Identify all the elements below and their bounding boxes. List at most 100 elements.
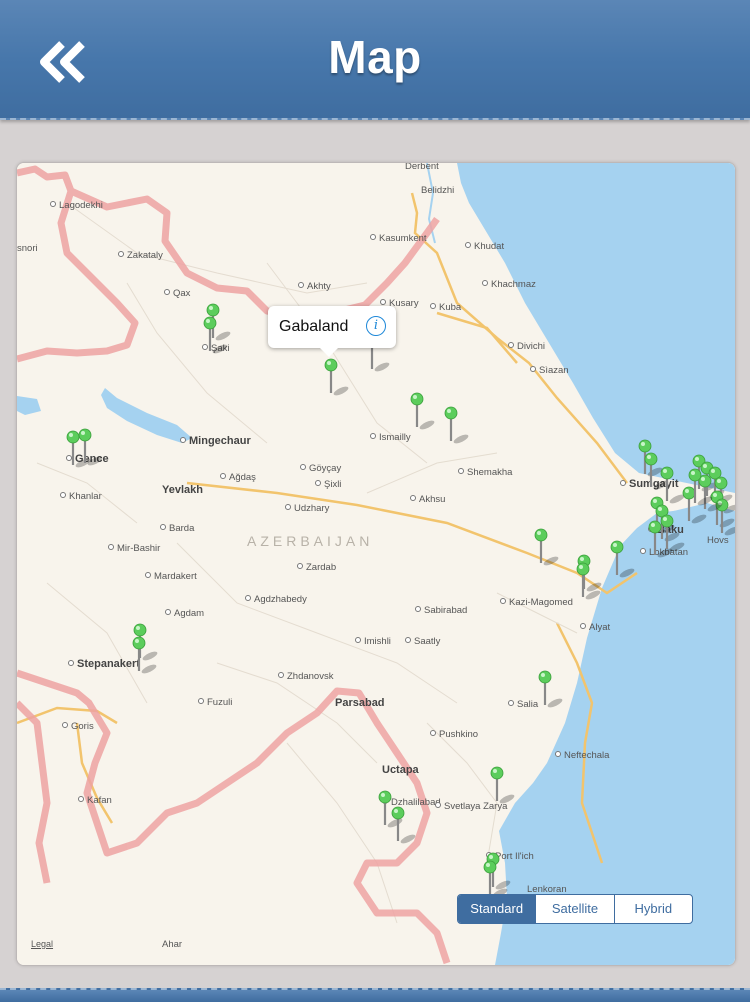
map-canvas[interactable]: AZERBAIJAN Derbent Belidzhi Lagodekhi Kasum… — [17, 163, 735, 965]
city-label: Yevlakh — [162, 484, 203, 496]
city-dot — [508, 342, 514, 348]
city-dot — [198, 698, 204, 704]
city-label: Zhdanovsk — [287, 671, 334, 682]
city-label: Ismailly — [379, 432, 411, 443]
city-dot — [370, 433, 376, 439]
city-label: Goris — [71, 721, 94, 732]
legal-link[interactable]: Legal — [31, 939, 53, 949]
city-dot — [298, 282, 304, 288]
city-label: Qax — [173, 288, 191, 299]
map-type-standard[interactable]: Standard — [458, 895, 536, 923]
city-label: Fuzuli — [207, 697, 232, 708]
city-label: Sabirabad — [424, 605, 467, 616]
city-label: Kazi-Magomed — [509, 597, 573, 608]
info-icon[interactable]: i — [366, 316, 386, 336]
city-dot — [108, 544, 114, 550]
city-label: Alyat — [589, 622, 610, 633]
city-label: Saatly — [414, 636, 441, 647]
city-label: Udzhary — [294, 503, 330, 514]
city-label: Lagodekhi — [59, 200, 103, 211]
city-label: Khanlar — [69, 491, 102, 502]
city-label: Kafan — [87, 795, 112, 806]
city-dot — [118, 251, 124, 257]
city-dot — [285, 504, 291, 510]
city-dot — [482, 280, 488, 286]
city-dot — [180, 437, 186, 443]
city-dot — [297, 563, 303, 569]
city-label: Khachmaz — [491, 279, 536, 290]
city-dot — [380, 299, 386, 305]
city-dot — [435, 802, 441, 808]
city-dot — [620, 480, 626, 486]
city-label: Uctapa — [382, 764, 420, 776]
city-label: Dzhalilabad — [391, 797, 441, 808]
city-dot — [62, 722, 68, 728]
city-dot — [165, 609, 171, 615]
city-label: Sìazan — [539, 365, 569, 376]
city-label: snori — [17, 243, 38, 254]
city-dot — [164, 289, 170, 295]
city-dot — [555, 751, 561, 757]
city-label: Parsabad — [335, 697, 385, 709]
city-dot — [78, 796, 84, 802]
city-label: Şixli — [324, 479, 341, 490]
city-label: Imishli — [364, 636, 391, 647]
city-dot — [66, 455, 72, 461]
city-label: Zakataly — [127, 250, 163, 261]
city-dot — [300, 464, 306, 470]
city-label: Zardab — [306, 562, 336, 573]
city-dot — [465, 242, 471, 248]
city-label: Hovs — [707, 535, 729, 546]
city-dot — [60, 492, 66, 498]
city-label: Shemakha — [467, 467, 513, 478]
city-label: Ahar — [162, 939, 182, 950]
city-dot — [530, 366, 536, 372]
city-label: Agdzhabedy — [254, 594, 307, 605]
city-label: Mir-Bashir — [117, 543, 160, 554]
callout-title: Gabaland — [279, 318, 349, 335]
city-dot — [68, 660, 74, 666]
city-label: Neftechala — [564, 750, 610, 761]
city-dot — [160, 524, 166, 530]
city-label: Stepanakert — [77, 658, 140, 670]
city-dot — [500, 598, 506, 604]
city-dot — [580, 623, 586, 629]
map-type-hybrid[interactable]: Hybrid — [613, 895, 692, 923]
city-label: Mingechaur — [189, 435, 251, 447]
city-dot — [640, 548, 646, 554]
city-dot — [458, 468, 464, 474]
city-label: Mardakert — [154, 571, 197, 582]
city-label: Kuba — [439, 302, 462, 313]
city-label: Belidzhi — [421, 185, 454, 196]
city-dot — [245, 595, 251, 601]
city-label: Salia — [517, 699, 539, 710]
navigation-bar: Map — [0, 0, 750, 120]
country-label: AZERBAIJAN — [247, 533, 373, 549]
city-label: Ağdaş — [229, 472, 256, 483]
city-label: Derbent — [405, 163, 439, 172]
city-dot — [430, 303, 436, 309]
city-dot — [278, 672, 284, 678]
city-label: Pushkino — [439, 729, 478, 740]
city-label: Göyçay — [309, 463, 341, 474]
city-label: Agdam — [174, 608, 204, 619]
city-dot — [202, 344, 208, 350]
city-dot — [415, 606, 421, 612]
city-dot — [430, 730, 436, 736]
page-title: Map — [328, 31, 422, 83]
city-dot — [405, 637, 411, 643]
city-dot — [355, 637, 361, 643]
city-label: Divichi — [517, 341, 545, 352]
city-dot — [315, 480, 321, 486]
city-label: Akhsu — [419, 494, 445, 505]
city-dot — [410, 495, 416, 501]
city-dot — [508, 700, 514, 706]
gabaland-callout[interactable]: Gabaland i — [268, 306, 396, 357]
city-label: Kasumkent — [379, 233, 427, 244]
map-view[interactable]: AZERBAIJAN Derbent Belidzhi Lagodekhi Kasum… — [16, 162, 736, 966]
city-label: Svetlaya Zarya — [444, 801, 508, 812]
city-label: Akhty — [307, 281, 331, 292]
map-type-selector[interactable]: Standard Satellite Hybrid — [457, 894, 693, 924]
map-type-satellite[interactable]: Satellite — [535, 895, 613, 923]
city-label: Port Il'ich — [495, 851, 534, 862]
